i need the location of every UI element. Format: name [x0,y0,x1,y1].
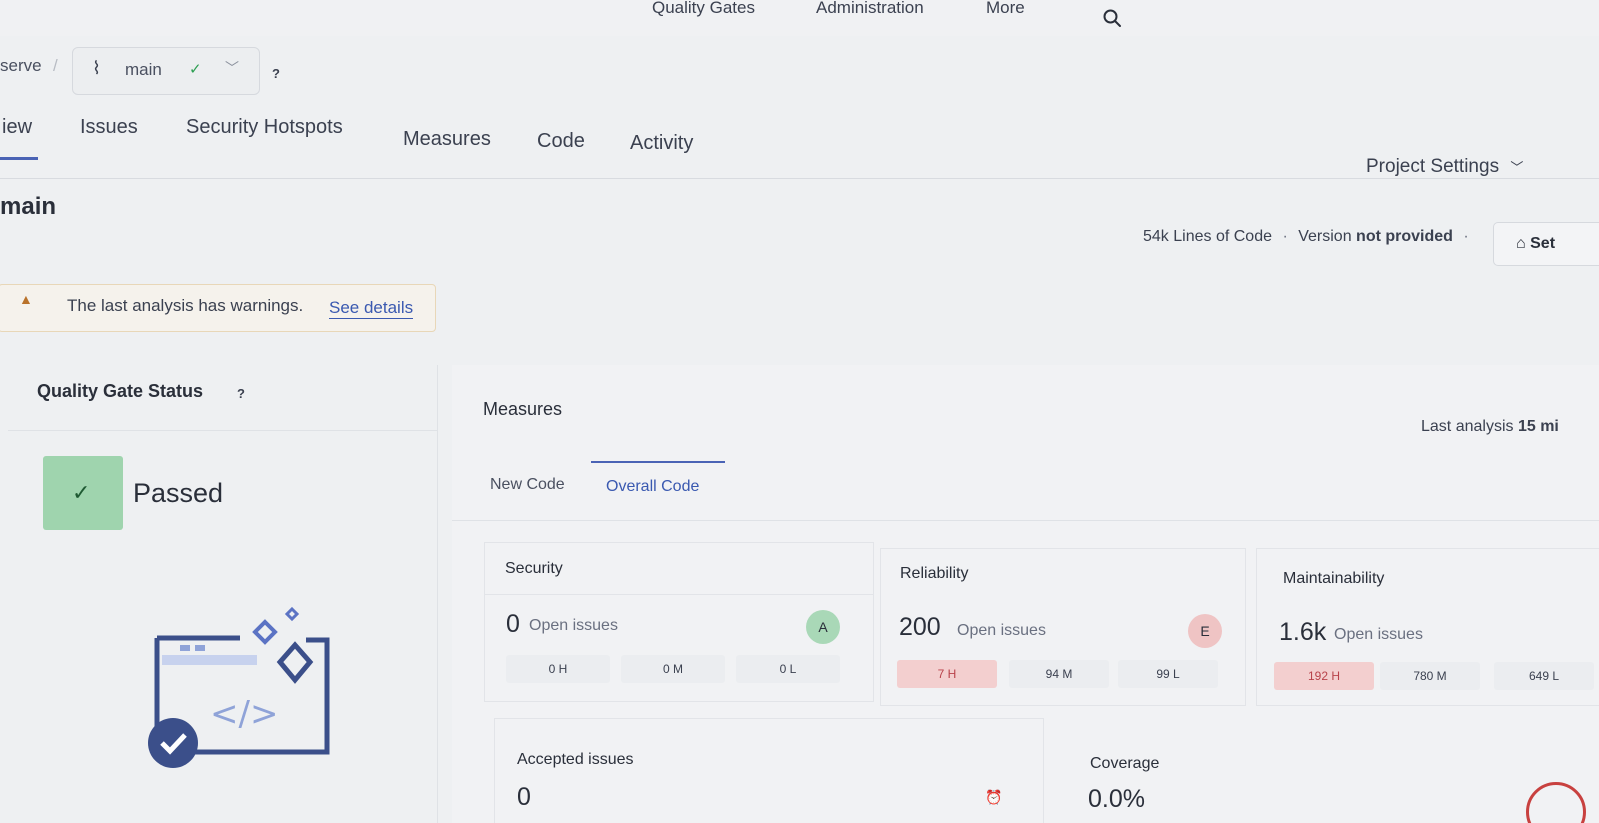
tab-measures[interactable]: Measures [403,128,491,151]
meta-dot: · [1463,228,1469,245]
page-title: main [0,193,57,220]
nav-quality-gates[interactable]: Quality Gates [652,0,755,18]
loc-label: Lines of Code [1173,228,1272,245]
divider [452,520,1599,521]
check-icon: ✓ [189,61,202,78]
maintainability-open-label: Open issues [1334,626,1423,643]
reliability-low-count[interactable]: 99 L [1118,660,1218,688]
divider [8,430,438,431]
tab-security-hotspots[interactable]: Security Hotspots [186,116,343,139]
check-icon: ✓ [72,480,91,505]
reliability-medium-count[interactable]: 94 M [1009,660,1109,688]
maintainability-low-count[interactable]: 649 L [1494,662,1594,690]
reliability-grade-badge[interactable]: E [1188,614,1222,648]
maintainability-title: Maintainability [1283,570,1385,587]
accepted-issues-title: Accepted issues [517,751,634,768]
reliability-title: Reliability [900,565,969,582]
coverage-value[interactable]: 0.0% [1088,785,1145,814]
nav-administration[interactable]: Administration [816,0,924,18]
search-icon[interactable] [1102,8,1122,28]
tab-overview[interactable]: iew [2,116,32,139]
active-tab-indicator [591,461,725,463]
tab-activity[interactable]: Activity [630,132,693,155]
measures-title: Measures [483,399,563,419]
security-high-count[interactable]: 0 H [506,655,610,683]
project-settings-label: Project Settings [1366,156,1500,177]
tab-issues[interactable]: Issues [80,116,138,139]
top-navigation: Quality Gates Administration More [0,0,1599,36]
set-button-label: Set [1530,235,1556,252]
see-details-link[interactable]: See details [329,298,414,319]
security-open-count[interactable]: 0 [506,610,520,639]
meta-dot: · [1282,228,1288,245]
branch-name: main [125,60,162,79]
tab-code[interactable]: Code [537,130,585,153]
svg-text:</>: </> [210,694,278,734]
last-analysis-value: 15 mi [1517,418,1559,435]
version-value: not provided [1356,228,1453,245]
project-settings-menu[interactable]: Project Settings ﹀ [1366,156,1523,178]
maintainability-high-count[interactable]: 192 H [1274,662,1374,690]
reliability-open-count[interactable]: 200 [899,613,941,642]
reliability-high-count[interactable]: 7 H [897,660,997,688]
version-label: Version [1298,228,1352,245]
maintainability-open-count[interactable]: 1.6k [1279,618,1326,647]
project-name-link[interactable]: serve [0,56,42,76]
warning-icon: ▲ [19,291,33,307]
nav-more[interactable]: More [986,0,1025,18]
tabs-divider [0,178,1599,179]
breadcrumb-separator: / [53,56,58,75]
security-low-count[interactable]: 0 L [736,655,840,683]
quality-gate-help-icon[interactable]: ? [237,386,245,401]
branch-icon: ⌇ [92,58,101,78]
alarm-icon: ⏰ [985,789,1003,805]
last-analysis-label: Last analysis [1421,418,1514,435]
project-meta: 54k Lines of Code · Version not provided… [1143,228,1469,246]
security-medium-count[interactable]: 0 M [621,655,725,683]
maintainability-medium-count[interactable]: 780 M [1380,662,1480,690]
security-title: Security [505,560,563,577]
passed-illustration-icon: </> [148,606,330,768]
chevron-down-icon: ﹀ [1510,160,1524,175]
quality-gate-title: Quality Gate Status [37,381,204,401]
reliability-open-label: Open issues [957,622,1046,639]
quality-gate-status: Passed [133,478,224,508]
security-open-label: Open issues [529,617,618,634]
loc-value: 54k [1143,228,1169,245]
branch-help-icon[interactable]: ? [272,66,280,81]
security-grade-badge[interactable]: A [806,610,840,644]
active-tab-indicator [0,157,38,160]
chevron-down-icon[interactable]: ﹀ [225,58,239,78]
tab-overall-code[interactable]: Overall Code [606,478,699,496]
last-analysis: Last analysis 15 mi [1421,418,1559,436]
coverage-title: Coverage [1090,755,1160,772]
home-icon: ⌂ [1516,235,1526,252]
divider [484,594,874,595]
warning-text: The last analysis has warnings. [67,296,304,315]
tab-new-code[interactable]: New Code [490,476,565,494]
accepted-issues-panel [494,718,1044,823]
accepted-issues-count[interactable]: 0 [517,783,531,812]
set-home-button[interactable]: ⌂ Set [1493,222,1599,266]
